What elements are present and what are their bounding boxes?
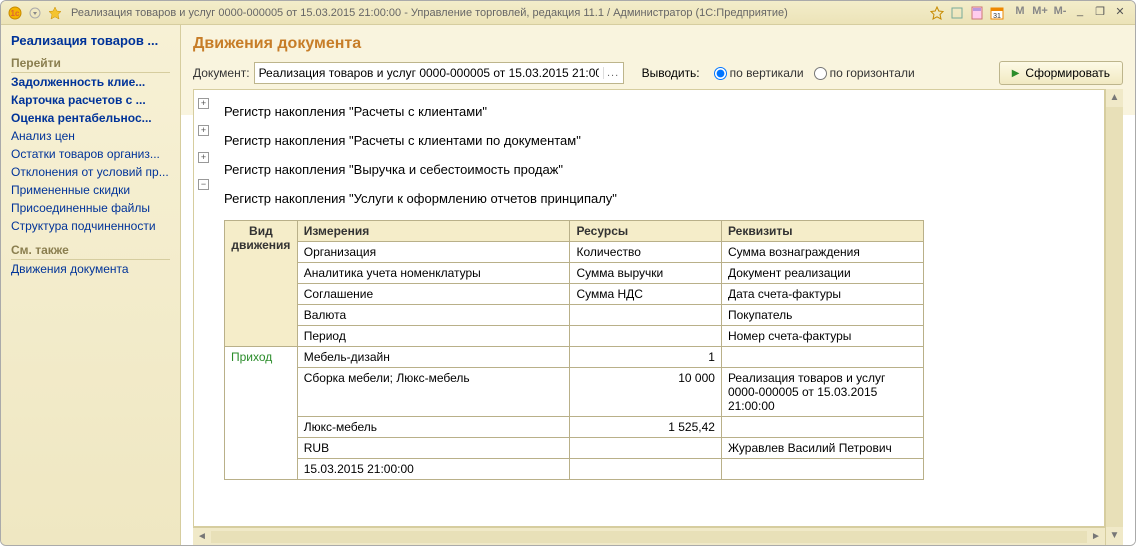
sidebar-link[interactable]: Оценка рентабельнос... bbox=[11, 109, 170, 127]
main: Движения документа Документ: ... Выводит… bbox=[181, 25, 1135, 545]
radio-vertical[interactable]: по вертикали bbox=[714, 66, 804, 80]
sidebar-section-see: См. также bbox=[11, 241, 170, 260]
page-title: Движения документа bbox=[193, 35, 1123, 53]
svg-text:1c: 1c bbox=[11, 9, 20, 18]
body: Реализация товаров ... Перейти Задолженн… bbox=[1, 25, 1135, 545]
expand-toggle[interactable]: + bbox=[198, 125, 209, 136]
scroll-track[interactable] bbox=[211, 531, 1087, 543]
scroll-left-icon[interactable]: ◄ bbox=[193, 531, 211, 542]
svg-text:31: 31 bbox=[993, 13, 1001, 20]
content-area: + + + − Регистр накопления "Расчеты с кл… bbox=[193, 89, 1105, 527]
document-select-button[interactable]: ... bbox=[603, 67, 623, 79]
m-button[interactable]: M bbox=[1011, 5, 1029, 21]
sidebar-link[interactable]: Структура подчиненности bbox=[11, 217, 170, 235]
register-heading: Регистр накопления "Выручка и себестоимо… bbox=[224, 162, 1092, 177]
sidebar: Реализация товаров ... Перейти Задолженн… bbox=[1, 25, 181, 545]
play-icon: ▶ bbox=[1012, 68, 1020, 79]
output-label: Выводить: bbox=[642, 66, 700, 80]
register-heading: Регистр накопления "Расчеты с клиентами … bbox=[224, 133, 1092, 148]
sidebar-main-link[interactable]: Реализация товаров ... bbox=[11, 33, 170, 48]
sidebar-link[interactable]: Остатки товаров организ... bbox=[11, 145, 170, 163]
v-scrollbar[interactable]: ▲ ▼ bbox=[1105, 89, 1123, 545]
fav-icon[interactable] bbox=[929, 5, 945, 21]
sidebar-section-goto: Перейти bbox=[11, 54, 170, 73]
sidebar-link[interactable]: Присоединенные файлы bbox=[11, 199, 170, 217]
sidebar-link[interactable]: Движения документа bbox=[11, 260, 170, 278]
toolbar: Документ: ... Выводить: по вертикали по … bbox=[193, 61, 1123, 85]
expand-toggle[interactable]: + bbox=[198, 98, 209, 109]
register-heading: Регистр накопления "Услуги к оформлению … bbox=[224, 191, 1092, 206]
calendar-icon[interactable]: 31 bbox=[989, 5, 1005, 21]
restore-button[interactable]: ❐ bbox=[1091, 5, 1109, 21]
m-minus-button[interactable]: M- bbox=[1051, 5, 1069, 21]
generate-label: Сформировать bbox=[1025, 66, 1110, 80]
h-scrollbar[interactable]: ◄ ► bbox=[193, 527, 1105, 545]
scroll-track[interactable] bbox=[1106, 107, 1123, 527]
m-plus-button[interactable]: M+ bbox=[1031, 5, 1049, 21]
app-window: 1c Реализация товаров и услуг 0000-00000… bbox=[0, 0, 1136, 546]
scroll-right-icon[interactable]: ► bbox=[1087, 531, 1105, 542]
expand-toggle[interactable]: + bbox=[198, 152, 209, 163]
minimize-button[interactable]: _ bbox=[1071, 5, 1089, 21]
sidebar-link[interactable]: Карточка расчетов с ... bbox=[11, 91, 170, 109]
register-heading: Регистр накопления "Расчеты с клиентами" bbox=[224, 104, 1092, 119]
collapse-toggle[interactable]: − bbox=[198, 179, 209, 190]
document-label: Документ: bbox=[193, 66, 250, 80]
titlebar: 1c Реализация товаров и услуг 0000-00000… bbox=[1, 1, 1135, 25]
col-movement: Вид движения bbox=[225, 221, 298, 347]
window-title: Реализация товаров и услуг 0000-000005 о… bbox=[71, 7, 788, 19]
col-resources: Ресурсы bbox=[570, 221, 722, 242]
col-dimensions: Измерения bbox=[297, 221, 570, 242]
star-icon[interactable] bbox=[47, 5, 63, 21]
sidebar-link[interactable]: Отклонения от условий пр... bbox=[11, 163, 170, 181]
generate-button[interactable]: ▶ Сформировать bbox=[999, 61, 1123, 85]
data-table: Вид движения Измерения Ресурсы Реквизиты… bbox=[224, 220, 924, 480]
scroll-down-icon[interactable]: ▼ bbox=[1106, 527, 1123, 545]
sidebar-link[interactable]: Анализ цен bbox=[11, 127, 170, 145]
history-icon[interactable] bbox=[949, 5, 965, 21]
calc-icon[interactable] bbox=[969, 5, 985, 21]
document-field: ... bbox=[254, 62, 624, 84]
movement-type: Приход bbox=[225, 347, 298, 480]
sidebar-link[interactable]: Задолженность клие... bbox=[11, 73, 170, 91]
sidebar-link[interactable]: Примененные скидки bbox=[11, 181, 170, 199]
dropdown-icon[interactable] bbox=[27, 5, 43, 21]
scroll-up-icon[interactable]: ▲ bbox=[1106, 89, 1123, 107]
col-attributes: Реквизиты bbox=[721, 221, 923, 242]
document-input[interactable] bbox=[255, 66, 603, 80]
close-button[interactable]: ✕ bbox=[1111, 5, 1129, 21]
app-icon: 1c bbox=[7, 5, 23, 21]
radio-horizontal[interactable]: по горизонтали bbox=[814, 66, 915, 80]
